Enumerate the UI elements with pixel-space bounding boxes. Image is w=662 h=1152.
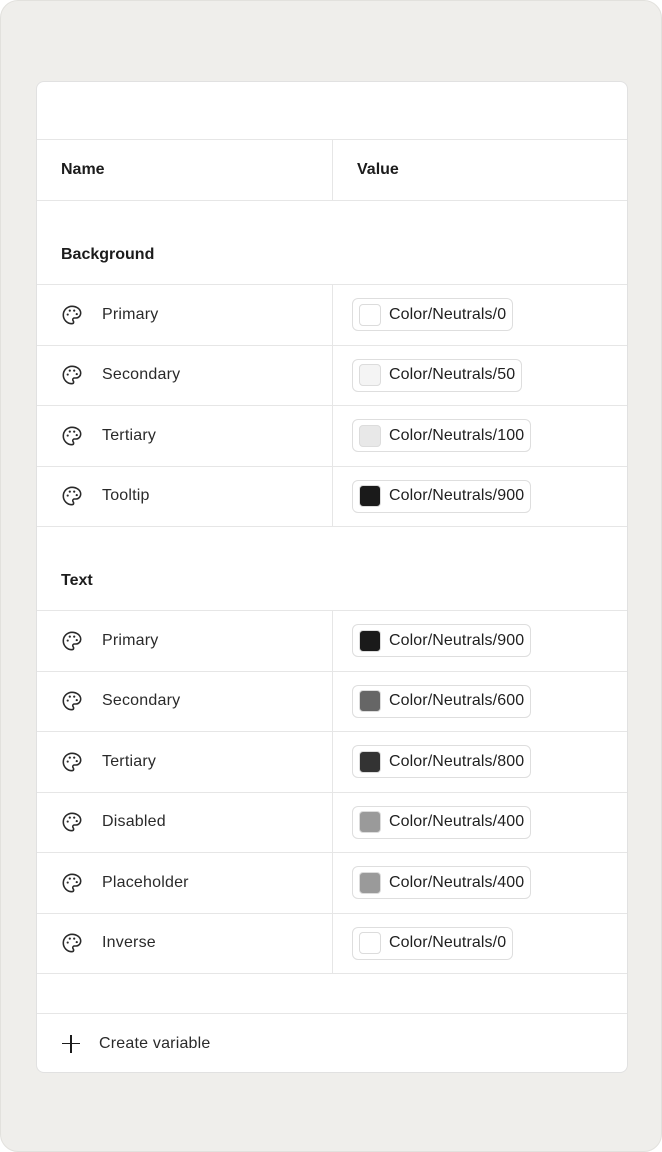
color-alias-chip[interactable]: Color/Neutrals/0 <box>352 926 514 960</box>
color-alias-chip[interactable]: Color/Neutrals/100 <box>352 419 532 453</box>
table-header: Name Value <box>37 140 627 201</box>
color-alias-value: Color/Neutrals/400 <box>389 813 525 831</box>
table-row[interactable]: Tooltip Color/Neutrals/900 <box>37 466 627 527</box>
variable-value-cell: Color/Neutrals/800 <box>332 732 627 792</box>
color-swatch <box>359 690 381 713</box>
variable-value-cell: Color/Neutrals/50 <box>332 345 627 405</box>
variable-name-cell[interactable]: Tertiary <box>37 406 332 466</box>
variable-name-cell[interactable]: Inverse <box>37 914 332 974</box>
variable-value-cell: Color/Neutrals/0 <box>332 913 627 973</box>
palette-icon <box>61 932 83 954</box>
app-frame: Name Value Background Primary Color/Neutr… <box>0 0 662 1152</box>
variable-name: Tertiary <box>102 426 157 444</box>
variable-value-cell: Color/Neutrals/900 <box>332 611 627 671</box>
column-header-name[interactable]: Name <box>37 140 332 200</box>
palette-icon <box>61 811 83 833</box>
variable-name-cell[interactable]: Tertiary <box>37 732 332 792</box>
variable-name: Secondary <box>102 692 181 710</box>
color-swatch <box>359 364 381 387</box>
table-row[interactable]: Secondary Color/Neutrals/50 <box>37 345 627 406</box>
variable-value-cell: Color/Neutrals/900 <box>332 466 627 526</box>
color-alias-value: Color/Neutrals/0 <box>389 934 507 952</box>
palette-icon <box>61 425 83 447</box>
color-swatch <box>359 811 381 834</box>
variable-name-cell[interactable]: Disabled <box>37 793 332 853</box>
color-alias-chip[interactable]: Color/Neutrals/400 <box>352 805 532 839</box>
variable-value-cell: Color/Neutrals/600 <box>332 671 627 731</box>
color-alias-chip[interactable]: Color/Neutrals/50 <box>352 358 523 392</box>
variables-panel: Name Value Background Primary Color/Neutr… <box>36 81 628 1073</box>
color-swatch <box>359 871 381 894</box>
palette-icon <box>61 690 83 712</box>
variable-name: Primary <box>102 631 159 649</box>
table-end-spacer <box>37 974 627 1014</box>
color-alias-chip[interactable]: Color/Neutrals/400 <box>352 866 532 900</box>
color-swatch <box>359 303 381 326</box>
color-alias-chip[interactable]: Color/Neutrals/900 <box>352 624 532 658</box>
variable-name: Tooltip <box>102 487 150 505</box>
palette-icon <box>61 751 83 773</box>
palette-icon <box>61 872 83 894</box>
color-alias-value: Color/Neutrals/600 <box>389 692 525 710</box>
variable-name: Inverse <box>102 934 156 952</box>
group-header: Text <box>37 527 627 611</box>
table-row[interactable]: Inverse Color/Neutrals/0 <box>37 913 627 974</box>
variable-name-cell[interactable]: Primary <box>37 611 332 671</box>
variable-name: Placeholder <box>102 873 189 891</box>
color-alias-value: Color/Neutrals/800 <box>389 752 525 770</box>
color-alias-value: Color/Neutrals/400 <box>389 873 525 891</box>
variable-name: Primary <box>102 305 159 323</box>
variable-name-cell[interactable]: Secondary <box>37 346 332 406</box>
table-row[interactable]: Placeholder Color/Neutrals/400 <box>37 853 627 914</box>
table-row[interactable]: Tertiary Color/Neutrals/800 <box>37 732 627 793</box>
table-row[interactable]: Secondary Color/Neutrals/600 <box>37 671 627 732</box>
variable-value-cell: Color/Neutrals/0 <box>332 285 627 345</box>
table-row[interactable]: Tertiary Color/Neutrals/100 <box>37 406 627 467</box>
group-header: Background <box>37 201 627 285</box>
color-swatch <box>359 750 381 773</box>
palette-icon <box>61 485 83 507</box>
variable-name-cell[interactable]: Placeholder <box>37 853 332 913</box>
color-alias-chip[interactable]: Color/Neutrals/800 <box>352 745 532 779</box>
variable-name: Tertiary <box>102 752 157 770</box>
palette-icon <box>61 630 83 652</box>
color-alias-value: Color/Neutrals/900 <box>389 487 525 505</box>
variable-groups: Background Primary Color/Neutrals/0 Secon… <box>37 201 627 974</box>
color-alias-value: Color/Neutrals/900 <box>389 631 525 649</box>
palette-icon <box>61 364 83 386</box>
variable-name-cell[interactable]: Tooltip <box>37 467 332 527</box>
variable-value-cell: Color/Neutrals/400 <box>332 792 627 852</box>
create-variable-button[interactable]: Create variable <box>37 1014 627 1072</box>
color-swatch <box>359 932 381 955</box>
color-alias-value: Color/Neutrals/100 <box>389 426 525 444</box>
table-row[interactable]: Primary Color/Neutrals/0 <box>37 285 627 346</box>
color-alias-chip[interactable]: Color/Neutrals/600 <box>352 684 532 718</box>
variable-name-cell[interactable]: Secondary <box>37 672 332 732</box>
color-alias-chip[interactable]: Color/Neutrals/0 <box>352 298 514 332</box>
color-swatch <box>359 485 381 508</box>
variable-value-cell: Color/Neutrals/100 <box>332 406 627 466</box>
create-variable-label: Create variable <box>99 1034 211 1052</box>
plus-icon <box>61 1034 81 1054</box>
panel-toolbar <box>37 82 627 140</box>
color-alias-chip[interactable]: Color/Neutrals/900 <box>352 479 532 513</box>
color-swatch <box>359 629 381 652</box>
palette-icon <box>61 304 83 326</box>
table-row[interactable]: Disabled Color/Neutrals/400 <box>37 792 627 853</box>
column-header-value[interactable]: Value <box>332 140 627 200</box>
variable-value-cell: Color/Neutrals/400 <box>332 853 627 913</box>
color-alias-value: Color/Neutrals/50 <box>389 366 516 384</box>
variable-name: Secondary <box>102 366 181 384</box>
color-alias-value: Color/Neutrals/0 <box>389 305 507 323</box>
variable-name-cell[interactable]: Primary <box>37 285 332 345</box>
variable-name: Disabled <box>102 813 166 831</box>
color-swatch <box>359 424 381 447</box>
table-row[interactable]: Primary Color/Neutrals/900 <box>37 611 627 672</box>
